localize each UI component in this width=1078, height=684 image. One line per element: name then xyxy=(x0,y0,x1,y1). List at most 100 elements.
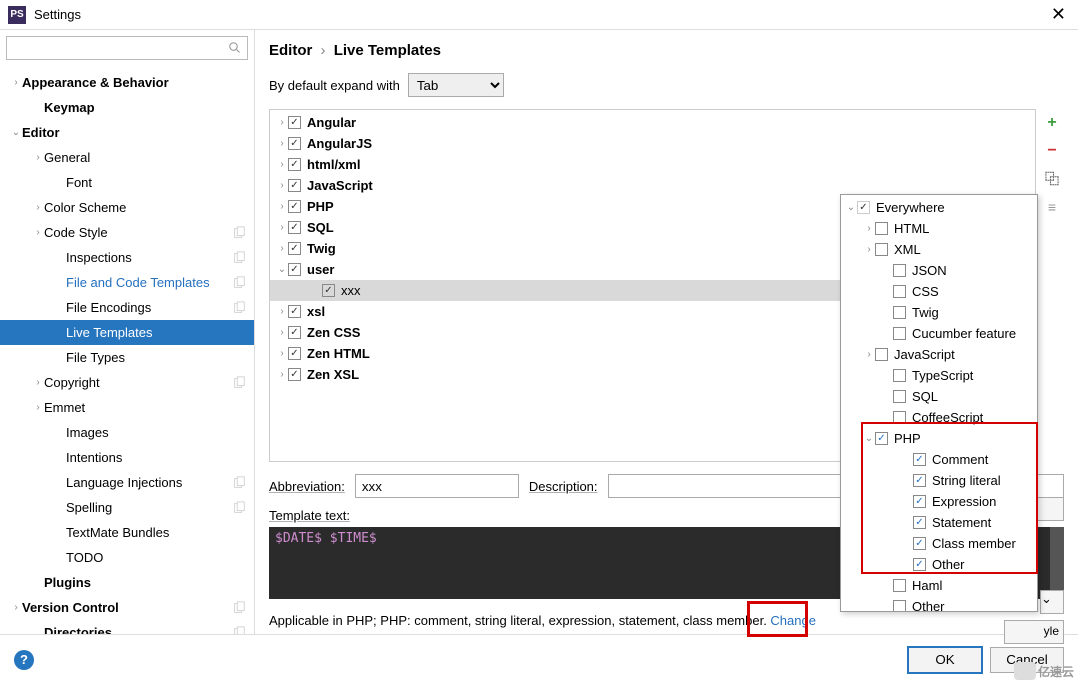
checkbox[interactable] xyxy=(893,600,906,612)
nav-item-inspections[interactable]: Inspections xyxy=(0,245,254,270)
copy-button[interactable]: ⿻ xyxy=(1042,169,1062,189)
editor-scrollbar[interactable] xyxy=(1050,527,1064,599)
checkbox[interactable] xyxy=(893,285,906,298)
nav-item-editor[interactable]: ⌄Editor xyxy=(0,120,254,145)
nav-item-directories[interactable]: Directories xyxy=(0,620,254,634)
context-php[interactable]: ⌄PHP xyxy=(841,428,1037,449)
checkbox[interactable] xyxy=(893,579,906,592)
tree-label: Zen HTML xyxy=(307,346,370,361)
abbr-input[interactable] xyxy=(355,474,519,498)
context-twig[interactable]: Twig xyxy=(841,302,1037,323)
checkbox[interactable] xyxy=(288,305,301,318)
context-xml[interactable]: ›XML xyxy=(841,239,1037,260)
context-comment[interactable]: Comment xyxy=(841,449,1037,470)
nav-item-plugins[interactable]: Plugins xyxy=(0,570,254,595)
tree-row-angular[interactable]: ›Angular xyxy=(270,112,1035,133)
checkbox[interactable] xyxy=(288,137,301,150)
expand-select[interactable]: Tab xyxy=(408,73,504,97)
nav-item-appearance-behavior[interactable]: ›Appearance & Behavior xyxy=(0,70,254,95)
context-json[interactable]: JSON xyxy=(841,260,1037,281)
checkbox[interactable] xyxy=(913,537,926,550)
nav-item-live-templates[interactable]: Live Templates xyxy=(0,320,254,345)
checkbox[interactable] xyxy=(288,347,301,360)
checkbox[interactable] xyxy=(857,201,870,214)
tree-row-html-xml[interactable]: ›html/xml xyxy=(270,154,1035,175)
checkbox[interactable] xyxy=(875,222,888,235)
context-sql[interactable]: SQL xyxy=(841,386,1037,407)
nav-item-copyright[interactable]: ›Copyright xyxy=(0,370,254,395)
context-other[interactable]: Other xyxy=(841,554,1037,575)
other-button[interactable]: ≡ xyxy=(1042,197,1062,217)
checkbox[interactable] xyxy=(893,390,906,403)
checkbox[interactable] xyxy=(322,284,335,297)
nav-item-emmet[interactable]: ›Emmet xyxy=(0,395,254,420)
context-cucumber-feature[interactable]: Cucumber feature xyxy=(841,323,1037,344)
chevron-icon: › xyxy=(32,377,44,388)
nav-item-language-injections[interactable]: Language Injections xyxy=(0,470,254,495)
context-javascript[interactable]: ›JavaScript xyxy=(841,344,1037,365)
checkbox[interactable] xyxy=(875,243,888,256)
checkbox[interactable] xyxy=(893,369,906,382)
change-link[interactable]: Change xyxy=(770,613,816,628)
nav-item-general[interactable]: ›General xyxy=(0,145,254,170)
nav-item-file-encodings[interactable]: File Encodings xyxy=(0,295,254,320)
tree-label: AngularJS xyxy=(307,136,372,151)
checkbox[interactable] xyxy=(893,264,906,277)
context-string-literal[interactable]: String literal xyxy=(841,470,1037,491)
tree-row-javascript[interactable]: ›JavaScript xyxy=(270,175,1035,196)
nav-item-todo[interactable]: TODO xyxy=(0,545,254,570)
context-statement[interactable]: Statement xyxy=(841,512,1037,533)
tree-row-angularjs[interactable]: ›AngularJS xyxy=(270,133,1035,154)
checkbox[interactable] xyxy=(288,158,301,171)
checkbox[interactable] xyxy=(288,326,301,339)
checkbox[interactable] xyxy=(288,179,301,192)
context-expression[interactable]: Expression xyxy=(841,491,1037,512)
nav-item-version-control[interactable]: ›Version Control xyxy=(0,595,254,620)
checkbox[interactable] xyxy=(288,200,301,213)
context-typescript[interactable]: TypeScript xyxy=(841,365,1037,386)
ok-button[interactable]: OK xyxy=(908,647,982,673)
search-input[interactable] xyxy=(6,36,248,60)
checkbox[interactable] xyxy=(913,516,926,529)
close-icon[interactable]: ✕ xyxy=(1047,4,1070,25)
checkbox[interactable] xyxy=(875,432,888,445)
context-haml[interactable]: Haml xyxy=(841,575,1037,596)
context-other[interactable]: Other xyxy=(841,596,1037,612)
nav-item-code-style[interactable]: ›Code Style xyxy=(0,220,254,245)
checkbox[interactable] xyxy=(288,221,301,234)
nav-item-font[interactable]: Font xyxy=(0,170,254,195)
checkbox[interactable] xyxy=(288,116,301,129)
checkbox[interactable] xyxy=(893,411,906,424)
context-coffeescript[interactable]: CoffeeScript xyxy=(841,407,1037,428)
checkbox[interactable] xyxy=(893,306,906,319)
checkbox[interactable] xyxy=(893,327,906,340)
chevron-icon: › xyxy=(32,402,44,413)
help-icon[interactable]: ? xyxy=(14,650,34,670)
context-class-member[interactable]: Class member xyxy=(841,533,1037,554)
context-popup[interactable]: ⌄Everywhere›HTML›XMLJSONCSSTwigCucumber … xyxy=(840,194,1038,612)
checkbox[interactable] xyxy=(913,495,926,508)
checkbox[interactable] xyxy=(913,453,926,466)
checkbox[interactable] xyxy=(288,242,301,255)
add-button[interactable]: + xyxy=(1042,113,1062,133)
context-html[interactable]: ›HTML xyxy=(841,218,1037,239)
remove-button[interactable]: − xyxy=(1042,141,1062,161)
nav-item-color-scheme[interactable]: ›Color Scheme xyxy=(0,195,254,220)
context-css[interactable]: CSS xyxy=(841,281,1037,302)
nav-item-spelling[interactable]: Spelling xyxy=(0,495,254,520)
nav-item-file-and-code-templates[interactable]: File and Code Templates xyxy=(0,270,254,295)
context-everywhere[interactable]: ⌄Everywhere xyxy=(841,197,1037,218)
checkbox[interactable] xyxy=(913,558,926,571)
settings-nav: ›Appearance & BehaviorKeymap⌄Editor›Gene… xyxy=(0,66,254,634)
nav-item-keymap[interactable]: Keymap xyxy=(0,95,254,120)
ghost-dropdown[interactable]: ⌄ xyxy=(1040,590,1064,614)
checkbox[interactable] xyxy=(875,348,888,361)
nav-item-intentions[interactable]: Intentions xyxy=(0,445,254,470)
nav-item-images[interactable]: Images xyxy=(0,420,254,445)
checkbox[interactable] xyxy=(288,263,301,276)
nav-item-file-types[interactable]: File Types xyxy=(0,345,254,370)
applicable-row: Applicable in PHP; PHP: comment, string … xyxy=(269,613,1064,628)
checkbox[interactable] xyxy=(913,474,926,487)
nav-item-textmate-bundles[interactable]: TextMate Bundles xyxy=(0,520,254,545)
checkbox[interactable] xyxy=(288,368,301,381)
